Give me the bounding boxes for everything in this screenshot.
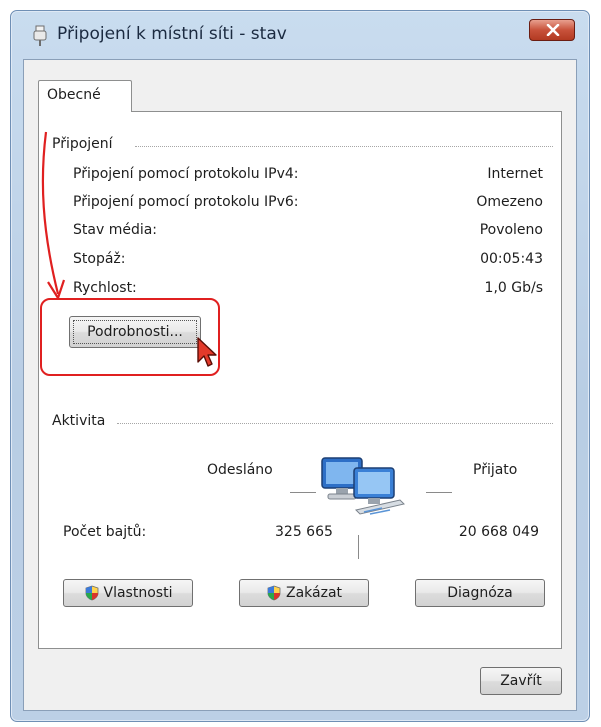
connection-group-rule [135, 146, 553, 147]
media-state-label: Stav média: [73, 222, 158, 238]
received-label: Přijato [473, 462, 518, 478]
properties-button-label: Vlastnosti [103, 585, 173, 601]
close-icon [546, 24, 560, 36]
duration-value: 00:05:43 [480, 251, 543, 267]
tab-general[interactable]: Obecné [38, 80, 132, 112]
network-adapter-icon [33, 25, 47, 46]
close-button[interactable]: Zavřít [480, 667, 562, 695]
bytes-sent-value: 325 665 [275, 524, 333, 540]
bytes-received-value: 20 668 049 [458, 524, 539, 540]
speed-label: Rychlost: [73, 280, 137, 296]
tab-panel-general: Připojení Připojení pomocí protokolu IPv… [38, 111, 562, 649]
details-button[interactable]: Podrobnosti... [69, 316, 201, 348]
title-bar[interactable]: Připojení k místní síti - stav [11, 11, 589, 61]
close-window-button[interactable] [529, 19, 575, 41]
uac-shield-icon [85, 585, 98, 601]
sent-label: Odesláno [207, 462, 273, 478]
activity-group-rule [117, 423, 553, 424]
disable-button-label: Zakázat [285, 585, 343, 601]
connection-group-title: Připojení [52, 136, 121, 152]
ipv6-label: Připojení pomocí protokolu IPv6: [73, 194, 299, 210]
diagnose-button[interactable]: Diagnóza [415, 579, 545, 607]
status-dialog: Připojení k místní síti - stav Obecné Př… [10, 10, 590, 722]
properties-button[interactable]: Vlastnosti [63, 579, 193, 607]
window-title: Připojení k místní síti - stav [57, 24, 287, 44]
ipv4-label: Připojení pomocí protokolu IPv4: [73, 166, 299, 182]
media-state-value: Povoleno [479, 222, 543, 238]
ipv6-value: Omezeno [476, 194, 543, 210]
received-connector-line [426, 492, 452, 493]
duration-label: Stopáž: [73, 251, 126, 267]
uac-shield-icon [267, 585, 281, 601]
network-computers-icon [321, 457, 405, 515]
diagnose-button-label: Diagnóza [447, 585, 513, 601]
bytes-label: Počet bajtů: [63, 524, 147, 540]
sent-connector-line [290, 492, 316, 493]
speed-value: 1,0 Gb/s [484, 280, 543, 296]
close-button-label: Zavřít [500, 673, 542, 689]
bytes-separator [358, 535, 359, 559]
activity-group-title: Aktivita [52, 413, 114, 429]
ipv4-value: Internet [487, 166, 543, 182]
focus-rectangle [73, 320, 197, 344]
dialog-client-area: Obecné Připojení Připojení pomocí protok… [23, 59, 577, 711]
disable-button[interactable]: Zakázat [239, 579, 369, 607]
